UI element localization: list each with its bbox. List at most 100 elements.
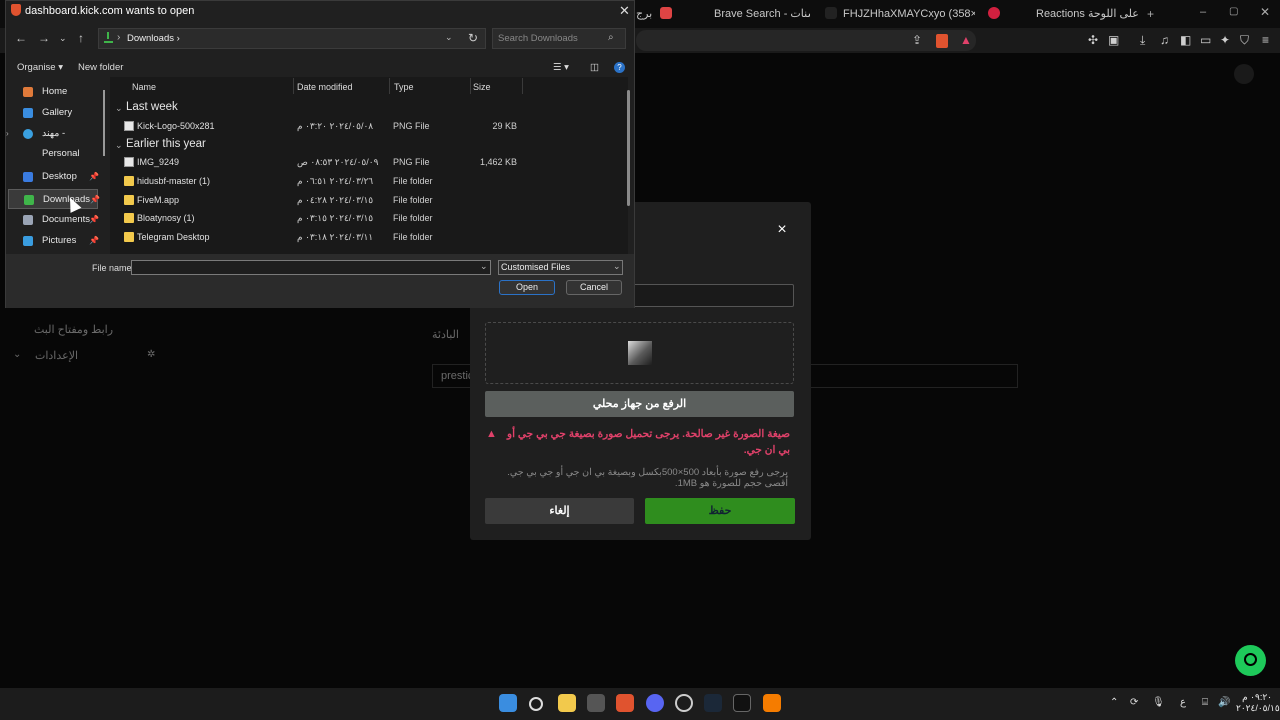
column-header-date[interactable]: Date modified bbox=[297, 82, 353, 92]
nav-item-home[interactable]: Home bbox=[8, 82, 98, 102]
dialog-close-button[interactable]: ✕ bbox=[619, 3, 630, 19]
chatgpt-icon[interactable] bbox=[675, 694, 693, 712]
discord-icon[interactable] bbox=[646, 694, 664, 712]
nav-item-pictures[interactable]: Pictures 📌 bbox=[8, 231, 99, 251]
file-row[interactable]: Telegram Desktop ٢٠٢٤/٠٣/١١ ٠٣:١٨ م File… bbox=[110, 228, 625, 246]
tab-view-icon[interactable]: ▭ bbox=[1200, 33, 1211, 47]
wallet-icon[interactable]: ▣ bbox=[1108, 33, 1119, 47]
open-button[interactable]: Open bbox=[499, 280, 555, 295]
column-divider[interactable] bbox=[293, 78, 294, 94]
view-options-icon[interactable]: ☰ ▾ bbox=[553, 62, 569, 73]
file-row[interactable]: hidusbf-master (1) ٢٠٢٤/٠٣/٢٦ ٠٦:٥١ م Fi… bbox=[110, 172, 625, 190]
file-row[interactable]: IMG_9249 ٢٠٢٤/٠٥/٠٩ ٠٨:٥٣ ص PNG File 1,4… bbox=[110, 153, 625, 171]
network-icon[interactable]: ⌸ bbox=[1202, 697, 1208, 708]
url-field[interactable] bbox=[636, 30, 976, 51]
downloads-icon[interactable]: ⤓ bbox=[1140, 33, 1145, 48]
extensions-icon[interactable]: ✣ bbox=[1088, 33, 1098, 47]
system-clock[interactable]: ٠٩:٢٠ م ٢٠٢٤/٠٥/١٥ bbox=[1236, 692, 1280, 714]
volume-icon[interactable]: 🔊 bbox=[1218, 697, 1230, 708]
new-folder-button[interactable]: New folder bbox=[78, 62, 123, 73]
file-date: ٢٠٢٤/٠٣/١١ ٠٣:١٨ م bbox=[297, 232, 374, 242]
app-icon[interactable] bbox=[763, 694, 781, 712]
steam-icon[interactable] bbox=[704, 694, 722, 712]
share-icon[interactable]: ⇪ bbox=[912, 33, 922, 47]
nav-item-onedrive[interactable]: › مهند - Personal bbox=[6, 124, 98, 159]
brave-shields-icon[interactable] bbox=[936, 34, 948, 48]
brave-rewards-icon[interactable]: ▲ bbox=[960, 33, 972, 47]
group-collapse-icon[interactable]: ⌄ bbox=[115, 103, 123, 114]
modal-cancel-button[interactable]: إلغاء bbox=[485, 498, 634, 524]
refresh-icon[interactable]: ↻ bbox=[468, 31, 478, 45]
nav-item-downloads[interactable]: Downloads 📌 bbox=[8, 189, 100, 209]
back-arrow-icon[interactable]: ← bbox=[15, 31, 27, 45]
expand-chevron-icon[interactable]: › bbox=[6, 124, 9, 144]
file-row[interactable]: Kick-Logo-500x281 ٢٠٢٤/٠٥/٠٨ ٠٣:٢٠ م PNG… bbox=[110, 117, 625, 135]
sidebar-settings-label[interactable]: الإعدادات bbox=[35, 349, 78, 362]
maximize-button[interactable]: ▢ bbox=[1229, 6, 1238, 17]
windows-taskbar bbox=[0, 688, 1280, 720]
minimize-button[interactable]: – bbox=[1200, 6, 1206, 18]
chevron-down-icon[interactable]: ⌄ bbox=[613, 261, 621, 272]
file-date: ٢٠٢٤/٠٣/٢٦ ٠٦:٥١ م bbox=[297, 176, 374, 186]
brave-icon bbox=[11, 4, 21, 16]
up-arrow-icon[interactable]: ↑ bbox=[78, 31, 84, 45]
file-explorer-icon[interactable] bbox=[558, 694, 576, 712]
file-row[interactable]: FiveM.app ٢٠٢٤/٠٣/١٥ ٠٤:٢٨ م File folder bbox=[110, 191, 625, 209]
tray-overflow-icon[interactable]: ⌃ bbox=[1110, 697, 1118, 708]
nav-item-documents[interactable]: Documents 📌 bbox=[8, 210, 99, 230]
preview-pane-icon[interactable]: ◫ bbox=[590, 62, 599, 73]
organise-menu[interactable]: Organise ▾ bbox=[17, 62, 63, 73]
group-collapse-icon[interactable]: ⌄ bbox=[115, 140, 123, 151]
epic-games-icon[interactable] bbox=[733, 694, 751, 712]
nav-item-desktop[interactable]: Desktop 📌 bbox=[8, 167, 99, 187]
file-row[interactable]: Bloatynosy (1) ٢٠٢٤/٠٣/١٥ ٠٣:١٥ م File f… bbox=[110, 209, 625, 227]
support-chat-button[interactable] bbox=[1235, 645, 1266, 676]
recent-locations-chevron-icon[interactable]: ⌄ bbox=[59, 33, 67, 44]
microphone-icon[interactable]: 🎙 bbox=[1152, 697, 1165, 708]
group-last-week[interactable]: Last week bbox=[126, 101, 178, 113]
browser-tab-x-image[interactable]: FHJZHhaXMAYCxyo (358×395) bbox=[825, 4, 975, 24]
file-type-filter[interactable]: Customised Files bbox=[498, 260, 623, 275]
sync-icon[interactable]: ⟳ bbox=[1130, 697, 1138, 708]
store-icon[interactable] bbox=[587, 694, 605, 712]
search-placeholder: Search Downloads bbox=[498, 33, 578, 44]
menu-icon[interactable]: ≡ bbox=[1262, 33, 1269, 47]
file-list-scrollbar[interactable] bbox=[627, 90, 630, 206]
chevron-down-icon[interactable]: ⌄ bbox=[480, 261, 488, 272]
modal-save-button[interactable]: حفظ bbox=[645, 498, 795, 524]
column-divider[interactable] bbox=[470, 78, 471, 94]
leo-ai-icon[interactable]: ✦ bbox=[1220, 33, 1230, 47]
sidebar-link-stream-key[interactable]: رابط ومفتاح البث bbox=[34, 323, 113, 336]
forward-arrow-icon[interactable]: → bbox=[38, 31, 50, 45]
column-header-size[interactable]: Size bbox=[473, 82, 491, 92]
column-header-name[interactable]: Name bbox=[132, 82, 156, 92]
sidebar-toggle-icon[interactable]: ◧ bbox=[1180, 33, 1191, 47]
group-earlier-this-year[interactable]: Earlier this year bbox=[126, 138, 206, 150]
close-icon[interactable]: × bbox=[775, 222, 789, 238]
new-tab-button[interactable]: + bbox=[1147, 7, 1154, 21]
dialog-cancel-button[interactable]: Cancel bbox=[566, 280, 622, 295]
column-header-type[interactable]: Type bbox=[394, 82, 414, 92]
path-dropdown-icon[interactable]: ⌄ bbox=[445, 32, 453, 43]
brave-icon[interactable] bbox=[616, 694, 634, 712]
browser-tab-brave-search[interactable]: Brave Search - ريأكشنات bbox=[660, 4, 810, 24]
user-avatar[interactable] bbox=[1234, 64, 1254, 84]
window-close-button[interactable]: ✕ bbox=[1260, 5, 1270, 19]
browser-tab-pinterest[interactable]: Reactions منشور على اللوحة bbox=[988, 4, 1138, 24]
chevron-down-icon: ⌄ bbox=[13, 349, 22, 360]
nav-scrollbar[interactable] bbox=[103, 90, 105, 156]
vpn-icon[interactable]: ⛉ bbox=[1240, 33, 1249, 48]
onedrive-icon bbox=[23, 129, 33, 139]
help-icon[interactable]: ? bbox=[614, 62, 625, 73]
search-icon[interactable] bbox=[529, 697, 543, 711]
language-indicator[interactable]: ع bbox=[1180, 697, 1186, 708]
column-divider[interactable] bbox=[389, 78, 390, 94]
nav-item-gallery[interactable]: Gallery bbox=[8, 103, 98, 123]
upload-from-device-button[interactable]: الرفع من جهاز محلي bbox=[485, 391, 794, 417]
file-name-input[interactable] bbox=[131, 260, 491, 275]
breadcrumb-downloads[interactable]: Downloads › bbox=[127, 33, 180, 44]
start-icon[interactable] bbox=[499, 694, 517, 712]
nav-label: Home bbox=[42, 86, 68, 97]
column-divider[interactable] bbox=[522, 78, 523, 94]
music-icon[interactable]: ♫ bbox=[1160, 33, 1169, 47]
